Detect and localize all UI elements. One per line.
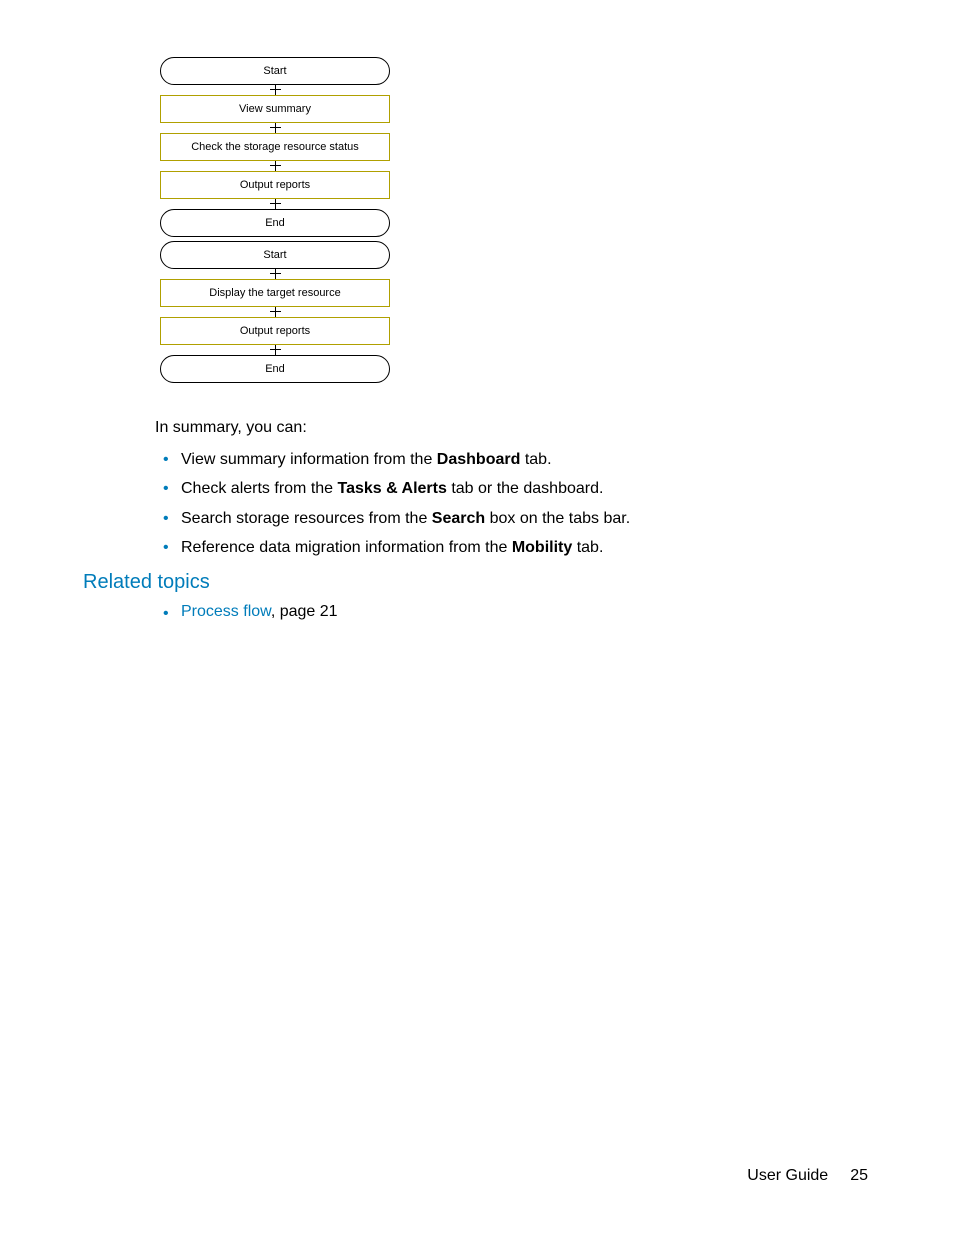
- flow-connector: [160, 345, 390, 355]
- footer-page-number: 25: [850, 1167, 868, 1184]
- summary-bullets: View summary information from the Dashbo…: [155, 449, 875, 559]
- flow-connector: [160, 123, 390, 133]
- flow-check-storage: Check the storage resource status: [160, 133, 390, 161]
- flow-label: Output reports: [240, 325, 310, 337]
- flow-end-1: End: [160, 209, 390, 237]
- related-item: Process flow, page 21: [181, 603, 875, 621]
- flow-label: Start: [263, 249, 286, 261]
- flow-connector: [160, 199, 390, 209]
- flow-end-2: End: [160, 355, 390, 383]
- bullet-post: tab or the dashboard.: [447, 480, 604, 497]
- flow-output-reports-2: Output reports: [160, 317, 390, 345]
- flow-label: Start: [263, 65, 286, 77]
- related-item-post: , page 21: [271, 603, 338, 620]
- bullet-item: Reference data migration information fro…: [181, 537, 875, 559]
- bullet-pre: Reference data migration information fro…: [181, 539, 512, 556]
- flow-connector: [160, 307, 390, 317]
- flow-label: View summary: [239, 103, 311, 115]
- bullet-post: tab.: [572, 539, 603, 556]
- bullet-bold: Dashboard: [437, 451, 521, 468]
- bullet-item: Search storage resources from the Search…: [181, 508, 875, 530]
- bullet-bold: Tasks & Alerts: [338, 480, 447, 497]
- bullet-item: Check alerts from the Tasks & Alerts tab…: [181, 478, 875, 500]
- flow-start-2: Start: [160, 241, 390, 269]
- flow-label: End: [265, 217, 285, 229]
- flow-label: End: [265, 363, 285, 375]
- bullet-pre: Check alerts from the: [181, 480, 338, 497]
- body-text: In summary, you can: View summary inform…: [155, 417, 875, 567]
- flow-connector: [160, 161, 390, 171]
- flow-display-target: Display the target resource: [160, 279, 390, 307]
- bullet-pre: View summary information from the: [181, 451, 437, 468]
- bullet-post: tab.: [520, 451, 551, 468]
- page-footer: User Guide 25: [747, 1167, 868, 1185]
- bullet-bold: Search: [432, 510, 485, 527]
- page: Start View summary Check the storage res…: [0, 0, 954, 1235]
- bullet-pre: Search storage resources from the: [181, 510, 432, 527]
- process-flow-link[interactable]: Process flow: [181, 603, 271, 620]
- intro-text: In summary, you can:: [155, 417, 875, 439]
- flow-label: Display the target resource: [209, 287, 340, 299]
- flowchart: Start View summary Check the storage res…: [160, 57, 390, 383]
- bullet-item: View summary information from the Dashbo…: [181, 449, 875, 471]
- flow-connector: [160, 269, 390, 279]
- flow-label: Check the storage resource status: [191, 141, 359, 153]
- flow-start-1: Start: [160, 57, 390, 85]
- related-topics-heading: Related topics: [83, 571, 210, 594]
- flow-view-summary: View summary: [160, 95, 390, 123]
- flow-output-reports-1: Output reports: [160, 171, 390, 199]
- flow-label: Output reports: [240, 179, 310, 191]
- flow-connector: [160, 85, 390, 95]
- bullet-post: box on the tabs bar.: [485, 510, 630, 527]
- bullet-bold: Mobility: [512, 539, 572, 556]
- footer-doc-title: User Guide: [747, 1167, 828, 1184]
- related-topics-list: Process flow, page 21: [155, 603, 875, 629]
